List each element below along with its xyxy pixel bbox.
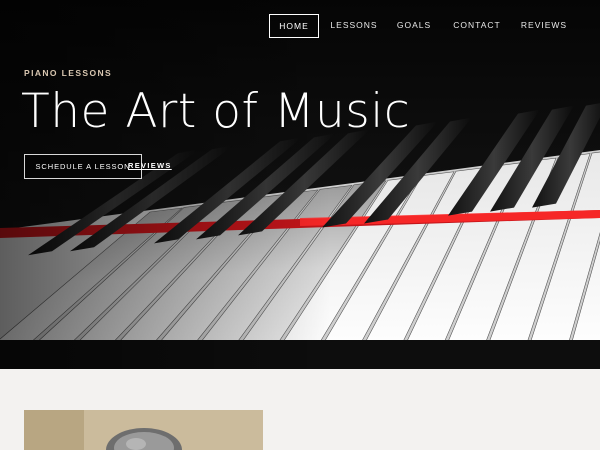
hero-eyebrow: PIANO LESSONS <box>24 68 113 78</box>
nav-home[interactable]: HOME <box>269 14 319 38</box>
nav-lessons[interactable]: LESSONS <box>328 14 380 36</box>
portrait-photo <box>24 410 263 450</box>
piano-keyboard-image <box>0 0 600 369</box>
hero-section: HOME LESSONS GOALS CONTACT REVIEWS PIANO… <box>0 0 600 369</box>
nav-goals[interactable]: GOALS <box>392 14 436 36</box>
hero-title: The Art of Music <box>21 84 411 139</box>
nav-contact[interactable]: CONTACT <box>449 14 505 36</box>
portrait-image-icon <box>24 410 263 450</box>
top-nav: HOME LESSONS GOALS CONTACT REVIEWS <box>0 14 600 38</box>
nav-reviews[interactable]: REVIEWS <box>518 14 570 36</box>
reviews-link[interactable]: REVIEWS <box>128 161 172 170</box>
schedule-lesson-button[interactable]: SCHEDULE A LESSON <box>24 154 142 179</box>
